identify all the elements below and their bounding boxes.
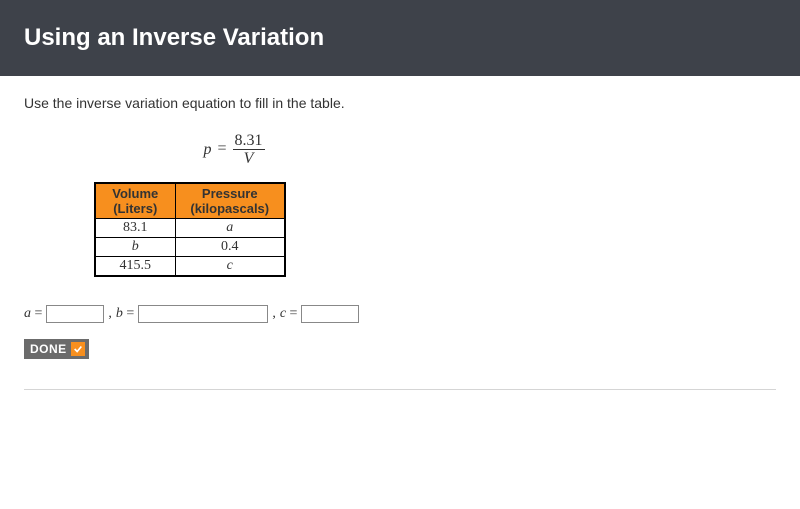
cell-volume: 415.5 bbox=[95, 256, 175, 276]
input-a[interactable] bbox=[46, 305, 104, 323]
table-row: 415.5 c bbox=[95, 256, 285, 276]
separator: , bbox=[272, 306, 276, 322]
done-button[interactable]: DONE bbox=[24, 339, 89, 359]
page-title: Using an Inverse Variation bbox=[24, 24, 324, 51]
equation: p = 8.31 V bbox=[94, 132, 374, 168]
column-header-volume: Volume (Liters) bbox=[95, 183, 175, 219]
cell-pressure: a bbox=[175, 218, 285, 237]
page-header: Using an Inverse Variation bbox=[0, 0, 800, 76]
equation-denominator: V bbox=[233, 150, 265, 168]
column-header-pressure: Pressure (kilopascals) bbox=[175, 183, 285, 219]
answer-row: a = , b = , c = bbox=[24, 305, 776, 323]
table-row: 83.1 a bbox=[95, 218, 285, 237]
data-table: Volume (Liters) Pressure (kilopascals) 8… bbox=[94, 182, 286, 277]
cell-pressure: 0.4 bbox=[175, 237, 285, 256]
equation-equals: = bbox=[217, 140, 226, 157]
label-a: a = bbox=[24, 306, 42, 322]
instruction-text: Use the inverse variation equation to fi… bbox=[24, 94, 776, 114]
label-c: c = bbox=[280, 306, 298, 322]
cell-volume: b bbox=[95, 237, 175, 256]
cell-pressure: c bbox=[175, 256, 285, 276]
label-b: b = bbox=[116, 306, 134, 322]
table-header-row: Volume (Liters) Pressure (kilopascals) bbox=[95, 183, 285, 219]
done-button-label: DONE bbox=[30, 342, 67, 356]
checkmark-icon bbox=[71, 342, 85, 356]
input-c[interactable] bbox=[301, 305, 359, 323]
equation-lhs: p bbox=[203, 140, 211, 157]
table-row: b 0.4 bbox=[95, 237, 285, 256]
input-b[interactable] bbox=[138, 305, 268, 323]
footer-divider bbox=[24, 389, 776, 390]
equation-fraction: 8.31 V bbox=[233, 132, 265, 168]
cell-volume: 83.1 bbox=[95, 218, 175, 237]
content-area: Use the inverse variation equation to fi… bbox=[0, 76, 800, 408]
equation-numerator: 8.31 bbox=[233, 132, 265, 151]
separator: , bbox=[108, 306, 112, 322]
